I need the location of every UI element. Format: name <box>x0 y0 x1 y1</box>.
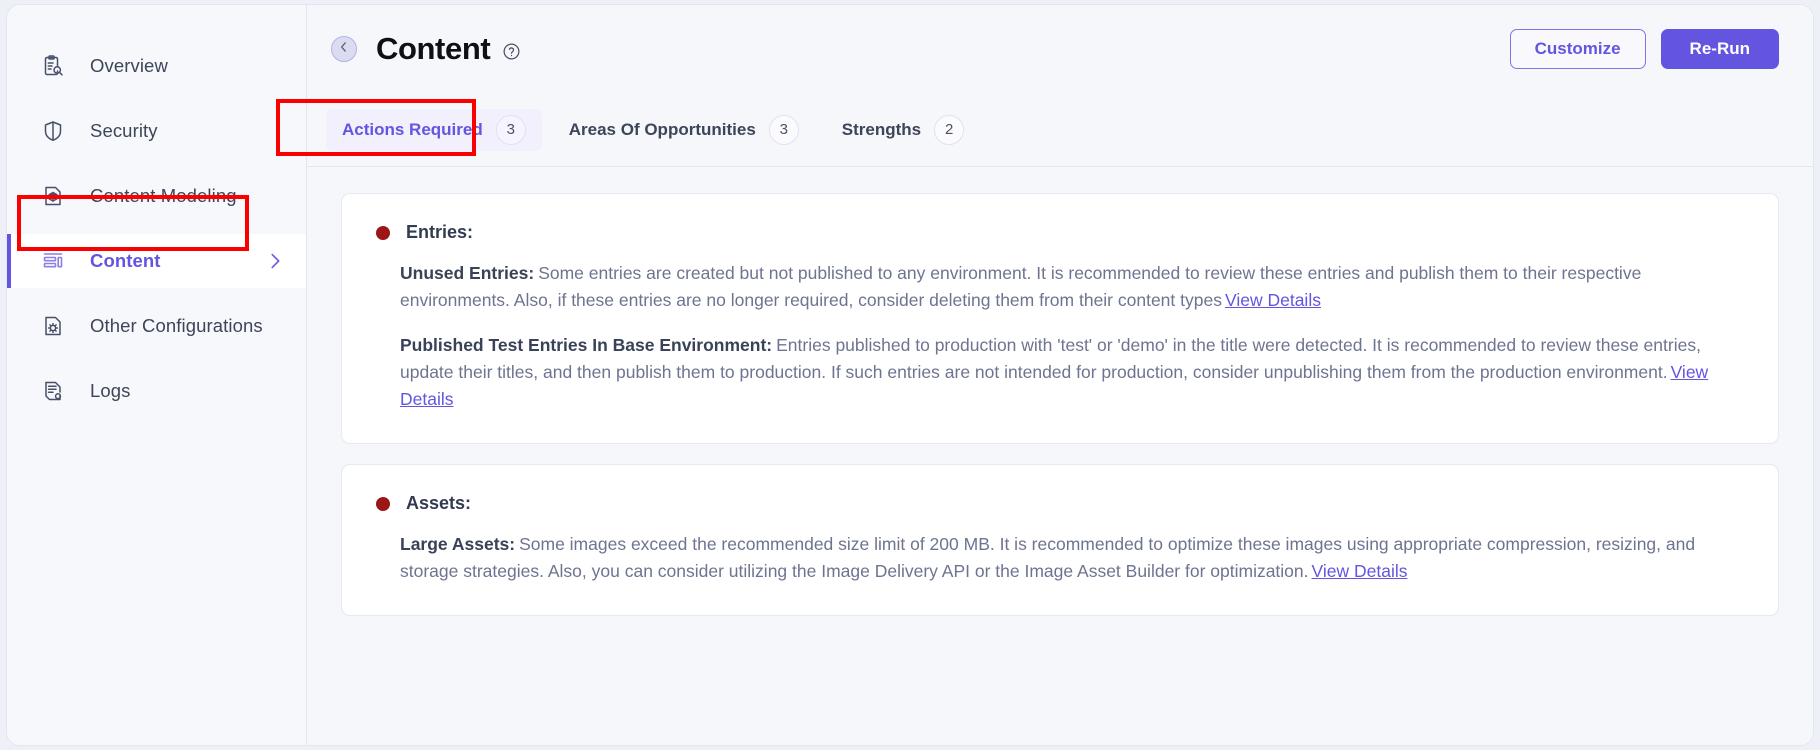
sidebar-item-label: Content <box>90 250 161 271</box>
tab-count-badge: 3 <box>768 114 799 145</box>
card-title: Entries: <box>406 222 474 242</box>
finding-text: Some entries are created but not publish… <box>400 263 1642 310</box>
document-cube-icon <box>40 183 66 209</box>
sidebar-item-overview[interactable]: Overview <box>7 39 306 93</box>
sidebar-item-content-modeling[interactable]: Content Modeling <box>7 169 306 223</box>
back-button[interactable] <box>331 36 357 62</box>
main-panel: Content Customize Re-Run Actions Require… <box>307 5 1813 745</box>
document-gear-icon <box>40 313 66 339</box>
severity-dot-icon <box>376 225 390 240</box>
page-title: Content <box>376 31 491 66</box>
content-list-icon <box>40 248 66 274</box>
finding-text: Some images exceed the recommended size … <box>400 534 1696 581</box>
finding-card-assets: Assets: Large Assets: Some images exceed … <box>341 464 1779 616</box>
finding-label: Large Assets: <box>400 534 516 554</box>
finding-label: Published Test Entries In Base Environme… <box>400 335 773 355</box>
document-log-icon <box>40 378 66 404</box>
view-details-link[interactable]: View Details <box>1225 290 1321 310</box>
sidebar-item-label: Other Configurations <box>90 315 263 336</box>
sidebar-item-label: Logs <box>90 380 131 401</box>
card-title: Assets: <box>406 493 472 513</box>
tab-actions-required[interactable]: Actions Required 3 <box>326 108 542 151</box>
page-header: Content Customize Re-Run <box>307 5 1813 93</box>
tab-bar: Actions Required 3 Areas Of Opportunitie… <box>307 93 1813 167</box>
app-window: Overview Security Content Modeling Conte… <box>6 4 1814 746</box>
sidebar-item-logs[interactable]: Logs <box>7 364 306 418</box>
chevron-right-icon <box>264 250 286 272</box>
tab-count-badge: 2 <box>934 114 965 145</box>
tab-label: Areas Of Opportunities <box>568 119 756 139</box>
question-circle-icon[interactable] <box>502 42 521 61</box>
finding-unused-entries: Unused Entries: Some entries are created … <box>376 260 1744 314</box>
sidebar-item-label: Content Modeling <box>90 185 237 206</box>
clipboard-search-icon <box>40 53 66 79</box>
tab-areas-of-opportunities[interactable]: Areas Of Opportunities 3 <box>553 109 815 151</box>
sidebar-item-label: Security <box>90 120 158 141</box>
findings-list: Entries: Unused Entries: Some entries are… <box>307 167 1813 745</box>
shield-icon <box>40 118 66 144</box>
view-details-link[interactable]: View Details <box>1312 561 1408 581</box>
card-header: Assets: <box>376 493 1744 514</box>
rerun-button[interactable]: Re-Run <box>1660 29 1779 69</box>
sidebar-item-content[interactable]: Content <box>7 234 306 288</box>
sidebar-item-other-configurations[interactable]: Other Configurations <box>7 299 306 353</box>
tab-strengths[interactable]: Strengths 2 <box>826 109 980 151</box>
sidebar: Overview Security Content Modeling Conte… <box>7 5 307 745</box>
tab-label: Actions Required <box>342 119 483 139</box>
tab-count-badge: 3 <box>495 114 526 145</box>
sidebar-item-security[interactable]: Security <box>7 104 306 158</box>
tab-label: Strengths <box>841 119 922 139</box>
card-header: Entries: <box>376 222 1744 243</box>
finding-label: Unused Entries: <box>400 263 535 283</box>
chevron-left-icon <box>337 40 351 59</box>
sidebar-item-label: Overview <box>90 55 168 76</box>
severity-dot-icon <box>376 496 390 511</box>
customize-button[interactable]: Customize <box>1509 29 1646 69</box>
finding-published-test-entries: Published Test Entries In Base Environme… <box>376 332 1744 413</box>
finding-card-entries: Entries: Unused Entries: Some entries are… <box>341 193 1779 444</box>
finding-large-assets: Large Assets: Some images exceed the reco… <box>376 531 1744 585</box>
